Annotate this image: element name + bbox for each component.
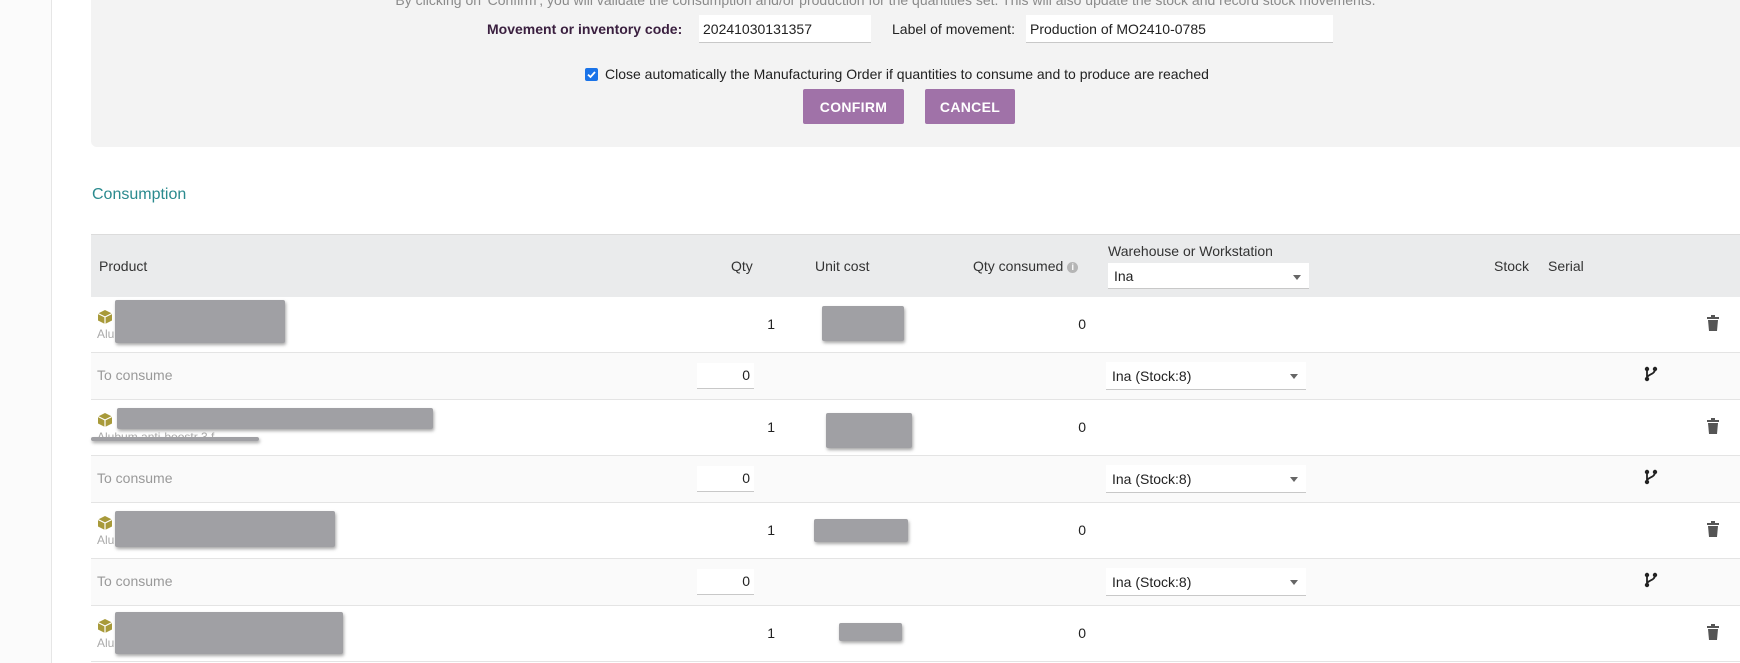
product-ref: Alu	[97, 533, 115, 547]
confirm-button[interactable]: CONFIRM	[803, 89, 904, 124]
trash-icon[interactable]	[1706, 418, 1720, 434]
trash-icon[interactable]	[1706, 315, 1720, 331]
header-serial: Serial	[1548, 258, 1584, 274]
qty-consumed-value: 0	[1078, 625, 1086, 641]
warehouse-select[interactable]: Ina (Stock:8)	[1106, 465, 1306, 493]
table-row-to-consume: To consume 0 Ina (Stock:8)	[91, 456, 1740, 503]
qty-consumed-value: 0	[1078, 522, 1086, 538]
header-warehouse-select-value: Ina	[1114, 268, 1134, 284]
qty-value: 1	[767, 625, 775, 641]
to-consume-input[interactable]: 0	[697, 363, 754, 389]
table-row: Alu 1 0	[91, 297, 1740, 353]
header-warehouse: Warehouse or Workstation	[1108, 243, 1273, 259]
warehouse-select-value: Ina (Stock:8)	[1112, 574, 1192, 590]
chevron-down-icon	[1290, 580, 1298, 585]
qty-consumed-value: 0	[1078, 419, 1086, 435]
consumption-section-title: Consumption	[92, 186, 187, 203]
to-consume-label: To consume	[97, 573, 173, 589]
redacted-product-name	[115, 300, 285, 343]
cancel-button[interactable]: CANCEL	[925, 89, 1015, 124]
chevron-down-icon	[1293, 275, 1301, 280]
trash-icon[interactable]	[1706, 624, 1720, 640]
header-qty: Qty	[731, 258, 753, 274]
qty-consumed-value: 0	[1078, 316, 1086, 332]
warehouse-select[interactable]: Ina (Stock:8)	[1106, 362, 1306, 390]
redacted-product-name	[115, 511, 335, 547]
header-stock: Stock	[1494, 258, 1530, 274]
redacted-unit-cost	[839, 623, 902, 641]
chevron-down-icon	[1290, 477, 1298, 482]
split-icon[interactable]	[1644, 366, 1658, 382]
table-row: Alubum anti-boostr 3 f... 1 0	[91, 400, 1740, 456]
chevron-down-icon	[1290, 374, 1298, 379]
confirm-panel: By clicking on 'Confirm', you will valid…	[91, 0, 1740, 147]
to-consume-input[interactable]: 0	[697, 466, 754, 492]
warehouse-select-value: Ina (Stock:8)	[1112, 471, 1192, 487]
qty-value: 1	[767, 522, 775, 538]
table-row-to-consume: To consume 0 Ina (Stock:8)	[91, 353, 1740, 400]
cube-icon	[97, 619, 113, 633]
trash-icon[interactable]	[1706, 521, 1720, 537]
consumption-table: Product Qty Unit cost Qty consumed i Ware…	[91, 234, 1740, 662]
redacted-product-name	[117, 408, 433, 429]
to-consume-input[interactable]: 0	[697, 569, 754, 595]
redacted-unit-cost	[822, 306, 904, 341]
header-qty-consumed-label: Qty consumed	[973, 258, 1064, 274]
cube-icon	[97, 413, 113, 427]
info-icon: i	[1067, 261, 1079, 273]
header-unit-cost: Unit cost	[815, 258, 870, 274]
movement-code-label: Movement or inventory code:	[487, 21, 683, 37]
split-icon[interactable]	[1644, 469, 1658, 485]
redacted-product-ref	[91, 437, 259, 441]
movement-label-input[interactable]	[1026, 15, 1333, 43]
table-row: Alu 1 0	[91, 503, 1740, 559]
to-consume-label: To consume	[97, 367, 173, 383]
table-row-to-consume: To consume 0 Ina (Stock:8)	[91, 559, 1740, 606]
header-product: Product	[99, 258, 148, 274]
movement-label-label: Label of movement:	[892, 21, 1015, 37]
check-icon	[587, 70, 596, 78]
product-ref: Alu	[97, 327, 115, 341]
warehouse-select[interactable]: Ina (Stock:8)	[1106, 568, 1306, 596]
header-warehouse-select[interactable]: Ina	[1108, 263, 1309, 289]
redacted-unit-cost	[814, 519, 908, 542]
auto-close-checkbox[interactable]	[585, 67, 598, 81]
product-ref: Alu	[97, 636, 115, 650]
confirm-intro-text: By clicking on 'Confirm', you will valid…	[395, 0, 1376, 8]
auto-close-label: Close automatically the Manufacturing Or…	[605, 66, 1209, 82]
movement-code-input[interactable]	[699, 15, 871, 43]
split-icon[interactable]	[1644, 572, 1658, 588]
cube-icon	[97, 516, 113, 530]
to-consume-label: To consume	[97, 470, 173, 486]
header-qty-consumed: Qty consumed i	[973, 258, 1079, 274]
qty-value: 1	[767, 316, 775, 332]
warehouse-select-value: Ina (Stock:8)	[1112, 368, 1192, 384]
qty-value: 1	[767, 419, 775, 435]
auto-close-row: Close automatically the Manufacturing Or…	[585, 66, 1209, 82]
cube-icon	[97, 310, 113, 324]
table-header: Product Qty Unit cost Qty consumed i Ware…	[91, 234, 1740, 297]
redacted-unit-cost	[826, 413, 912, 448]
table-row: Alu 1 0	[91, 606, 1740, 662]
left-sidebar	[0, 0, 52, 663]
redacted-product-name	[115, 612, 343, 654]
